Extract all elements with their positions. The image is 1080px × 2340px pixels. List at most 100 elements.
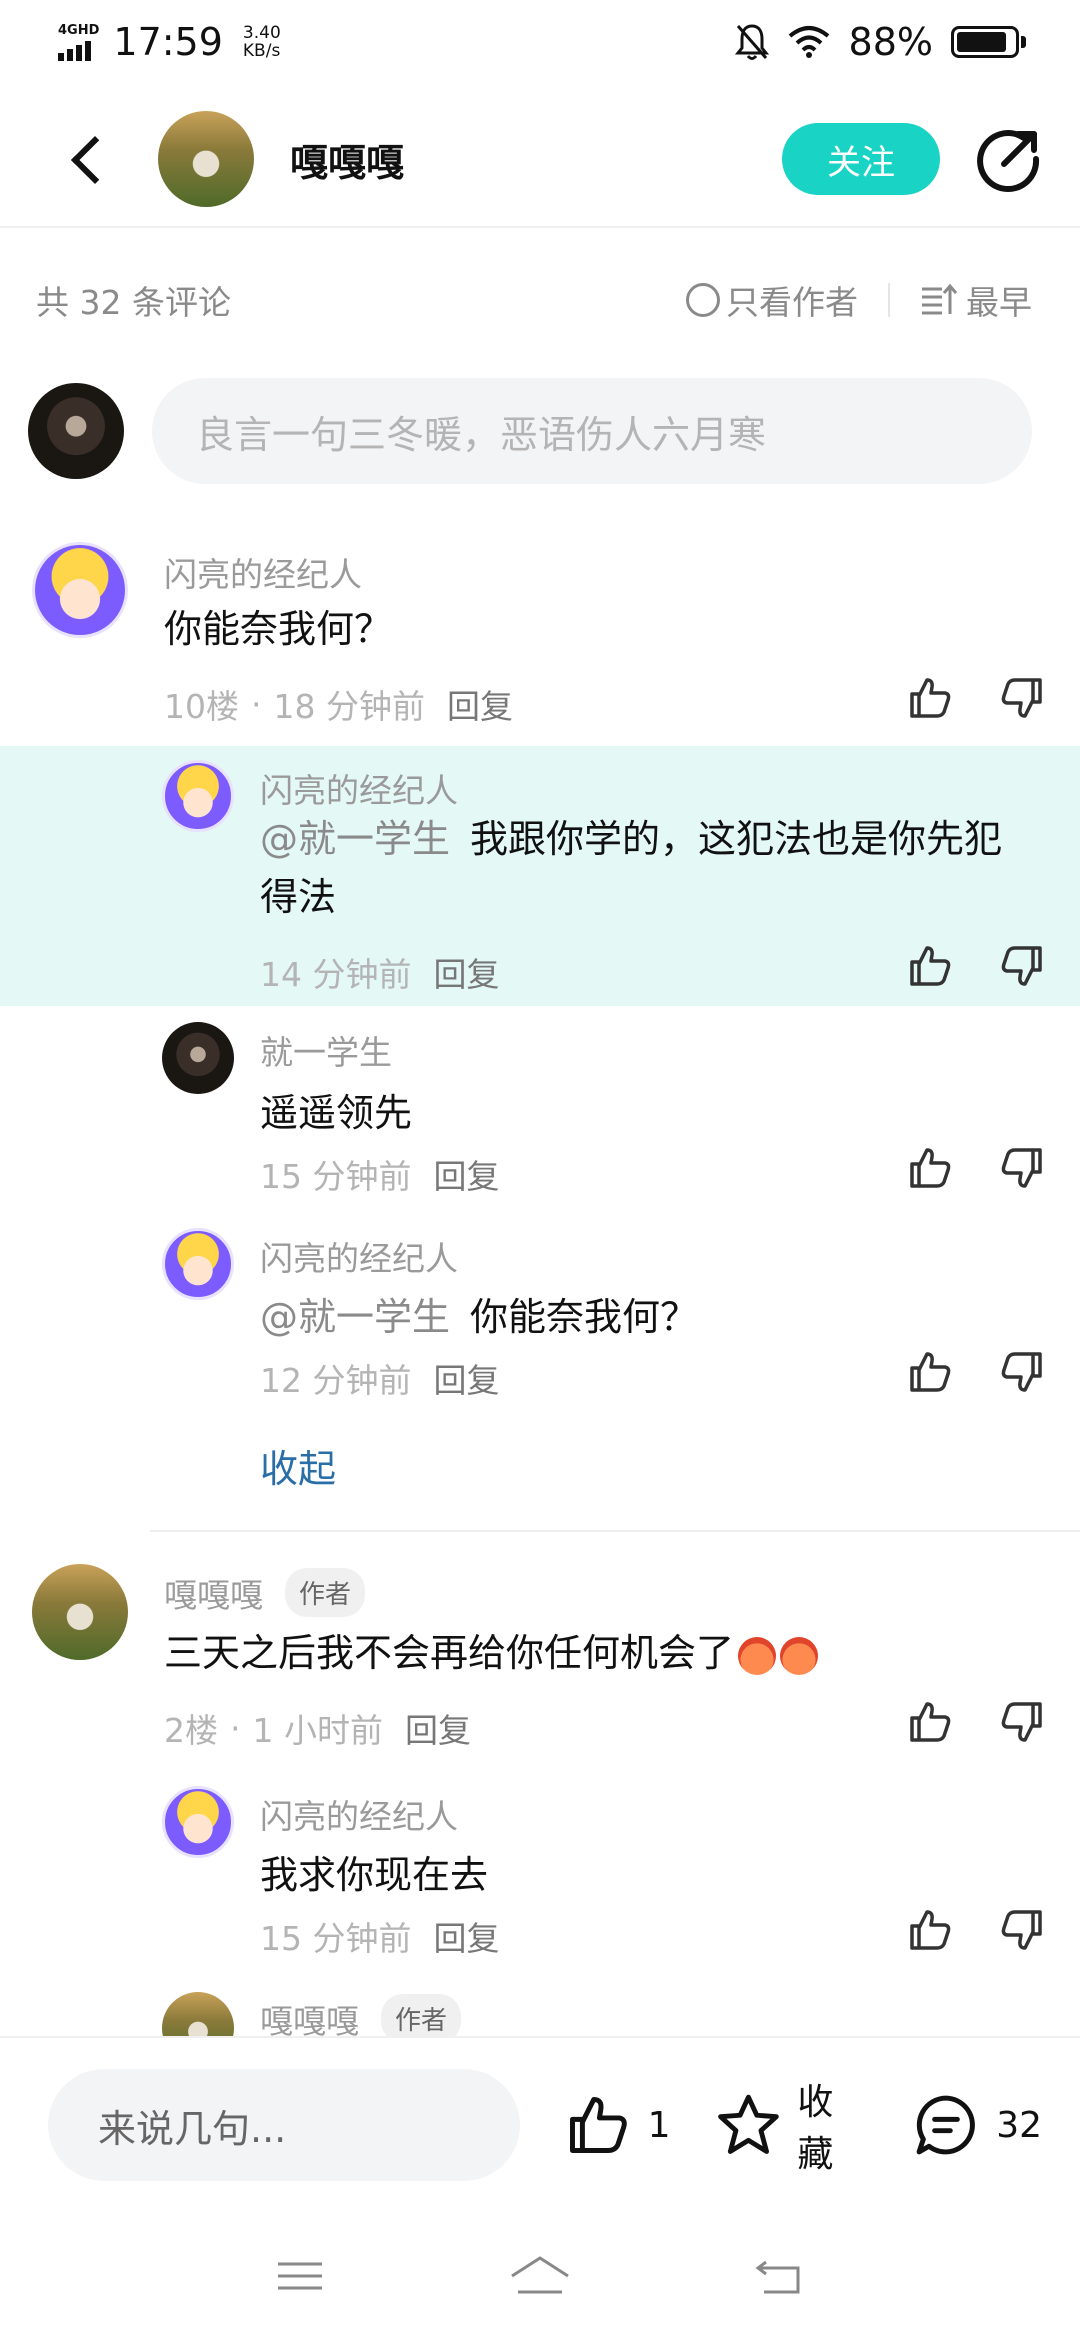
author-only-toggle[interactable]: 只看作者 [726, 276, 858, 324]
commenter-avatar[interactable] [162, 1022, 234, 1094]
thumb-up-icon[interactable] [906, 1144, 954, 1192]
clock: 17:59 [113, 20, 223, 64]
share-icon[interactable] [974, 124, 1044, 194]
bell-muted-icon [734, 24, 769, 60]
thumb-up-icon[interactable] [906, 1906, 954, 1954]
vote-controls [906, 1144, 1046, 1192]
vote-controls [906, 1348, 1046, 1396]
angry-face-emoji-icon [780, 1636, 819, 1675]
author-avatar[interactable] [158, 111, 254, 207]
network-indicator: 4GHD [58, 24, 99, 61]
favorite-button[interactable]: 收藏 [715, 2073, 869, 2177]
comment-divider [150, 1530, 1080, 1532]
commenter-name-text: 闪亮的经纪人 [260, 1239, 458, 1278]
sort-toggle[interactable]: 最早 [966, 276, 1032, 324]
commenter-name-text: 嘎嘎嘎 [164, 1575, 263, 1615]
status-right: 88% [734, 20, 1026, 64]
comment-filter-row: 共 32 条评论 只看作者 最早 [0, 260, 1080, 340]
comment-time: 18 分钟前 [273, 687, 425, 726]
commenter-avatar[interactable] [162, 760, 234, 832]
signal-icon [58, 40, 91, 61]
comment-count: 共 32 条评论 [36, 283, 231, 322]
comment-total: 32 [996, 2104, 1042, 2146]
commenter-name-text: 闪亮的经纪人 [164, 555, 362, 594]
follow-button[interactable]: 关注 [782, 123, 940, 195]
reply-button[interactable]: 回复 [433, 948, 499, 996]
thumb-down-icon[interactable] [998, 942, 1046, 990]
star-icon [717, 2094, 779, 2154]
collapse-replies-link[interactable]: 收起 [260, 1438, 336, 1493]
comment-text-body: 三天之后我不会再给你任何机会了 [164, 1631, 735, 1675]
commenter-name[interactable]: 嘎嘎嘎 作者 [164, 1568, 366, 1617]
vote-controls [906, 674, 1046, 722]
commenter-name-text: 嘎嘎嘎 [260, 2001, 359, 2037]
vote-controls [906, 942, 1046, 990]
commenter-name[interactable]: 闪亮的经纪人 [260, 1232, 458, 1280]
bottom-input-placeholder: 来说几句... [98, 2106, 287, 2151]
filter-controls: 只看作者 最早 [686, 276, 1032, 324]
battery-icon [951, 26, 1026, 58]
commenter-name[interactable]: 嘎嘎嘎 作者 [260, 1994, 462, 2037]
comment-input[interactable]: 良言一句三冬暖，恶语伤人六月寒 [152, 378, 1032, 484]
return-icon[interactable] [744, 2248, 816, 2304]
thumb-up-icon[interactable] [906, 942, 954, 990]
thumb-down-icon[interactable] [998, 1906, 1046, 1954]
comment-meta: 2楼 · 1 小时前 回复 [164, 1704, 471, 1752]
sort-icon[interactable] [920, 283, 958, 317]
author-badge: 作者 [285, 1568, 366, 1617]
thumb-down-icon[interactable] [998, 1348, 1046, 1396]
like-button[interactable]: 1 [564, 2091, 671, 2159]
commenter-name[interactable]: 闪亮的经纪人 [260, 764, 458, 812]
comment-meta: 15 分钟前 回复 [260, 1150, 499, 1198]
mention-link[interactable]: @就一学生 [260, 817, 450, 861]
reply-button[interactable]: 回复 [405, 1704, 471, 1752]
header: 嘎嘎嘎 关注 [0, 92, 1080, 228]
commenter-name-text: 闪亮的经纪人 [260, 771, 458, 810]
status-bar: 4GHD 17:59 3.40 KB/s 88% [0, 0, 1080, 84]
reply-button[interactable]: 回复 [433, 1150, 499, 1198]
thumb-up-icon[interactable] [906, 1348, 954, 1396]
comment-time: 1 小时前 [252, 1711, 384, 1750]
comment-text: @就一学生 你能奈我何？ [260, 1288, 698, 1346]
comment-text-body: 你能奈我何？ [470, 1295, 699, 1339]
comment-meta: 10楼 · 18 分钟前 回复 [164, 680, 513, 728]
comment-meta: 15 分钟前 回复 [260, 1912, 499, 1960]
comments-button[interactable]: 32 [912, 2091, 1042, 2159]
commenter-avatar[interactable] [32, 1564, 128, 1660]
back-icon[interactable] [56, 129, 116, 189]
vote-controls [906, 1906, 1046, 1954]
comment-text-body: 你能奈我何？ [164, 607, 393, 651]
status-left: 4GHD 17:59 3.40 KB/s [58, 20, 281, 64]
comment-time: 15 分钟前 [260, 1157, 412, 1196]
thumb-down-icon[interactable] [998, 1698, 1046, 1746]
commenter-avatar[interactable] [162, 1786, 234, 1858]
comment-bubble-icon [916, 2095, 976, 2155]
reply-button[interactable]: 回复 [433, 1912, 499, 1960]
commenter-name[interactable]: 闪亮的经纪人 [260, 1790, 458, 1838]
comment-text-body: 遥遥领先 [260, 1091, 413, 1135]
net-speed: 3.40 KB/s [243, 24, 281, 60]
thumb-up-icon[interactable] [906, 1698, 954, 1746]
menu-icon[interactable] [264, 2248, 336, 2304]
thumb-down-icon[interactable] [998, 674, 1046, 722]
comment-text: 三天之后我不会再给你任何机会了 [164, 1624, 819, 1682]
meta-dot: · [251, 684, 262, 724]
home-icon[interactable] [504, 2248, 576, 2304]
thumb-down-icon[interactable] [998, 1144, 1046, 1192]
commenter-name[interactable]: 就一学生 [260, 1026, 392, 1074]
bottom-comment-input[interactable]: 来说几句... [48, 2069, 520, 2181]
commenter-avatar[interactable] [162, 1992, 234, 2036]
battery-percent: 88% [848, 20, 933, 64]
comment-composer: 良言一句三冬暖，恶语伤人六月寒 [28, 378, 1032, 484]
commenter-avatar[interactable] [162, 1228, 234, 1300]
network-type: 4GHD [58, 22, 100, 38]
bottom-action-bar: 来说几句... 1 收藏 32 [0, 2036, 1080, 2212]
thumb-up-icon[interactable] [906, 674, 954, 722]
commenter-name[interactable]: 闪亮的经纪人 [164, 548, 362, 596]
page-title[interactable]: 嘎嘎嘎 [290, 132, 404, 187]
author-only-radio-icon[interactable] [686, 283, 720, 317]
mention-link[interactable]: @就一学生 [260, 1295, 450, 1339]
commenter-avatar[interactable] [32, 542, 128, 638]
reply-button[interactable]: 回复 [447, 680, 513, 728]
reply-button[interactable]: 回复 [433, 1354, 499, 1402]
